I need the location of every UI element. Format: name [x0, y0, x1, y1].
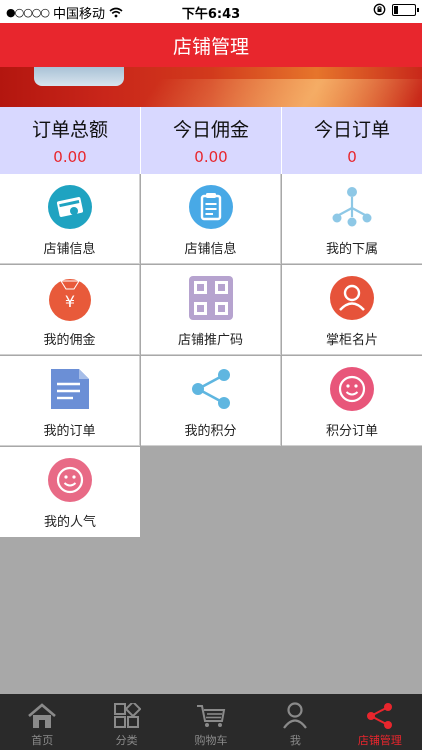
document-icon	[47, 366, 93, 412]
menu-item-label: 我的佣金	[43, 333, 96, 348]
stat-label: 今日佣金	[172, 119, 249, 141]
share-icon	[366, 703, 392, 729]
stat-value: 0	[347, 148, 357, 166]
share-icon	[188, 366, 234, 412]
tab-label: 店铺管理	[357, 734, 402, 747]
menu-item-subordinates[interactable]: 我的下属	[282, 174, 422, 264]
svg-text:¥: ¥	[64, 292, 74, 311]
title-bar: 店铺管理	[0, 23, 422, 67]
status-bar: ●○○○○ 中国移动 下午6:43	[0, 0, 422, 23]
smile-badge-icon	[329, 366, 375, 412]
menu-item-shop-info[interactable]: 店铺信息	[0, 174, 140, 264]
smile-badge-icon	[47, 457, 93, 503]
tab-label: 分类	[115, 734, 138, 747]
stats-panel: 订单总额 0.00 今日佣金 0.00 今日订单 0	[0, 107, 422, 174]
menu-item-label: 我的积分	[184, 424, 237, 439]
menu-item-points-orders[interactable]: 积分订单	[282, 356, 422, 446]
menu-item-label: 积分订单	[325, 424, 378, 439]
user-card-icon	[329, 275, 375, 321]
menu-item-owner-card[interactable]: 掌柜名片	[282, 265, 422, 355]
banner-light-graphic	[140, 79, 422, 107]
money-bag-icon: ¥	[47, 275, 93, 321]
clipboard-icon	[188, 184, 234, 230]
tab-me[interactable]: 我	[253, 694, 337, 750]
category-icon	[113, 703, 141, 728]
menu-item-my-popularity[interactable]: 我的人气	[0, 447, 140, 537]
stat-today-commission: 今日佣金 0.00	[141, 107, 282, 174]
menu-item-label: 我的订单	[43, 424, 96, 439]
clock: 下午6:43	[181, 7, 241, 22]
stat-label: 订单总额	[31, 119, 108, 141]
home-icon	[28, 703, 57, 728]
tab-shop-management[interactable]: 店铺管理	[338, 694, 422, 750]
person-icon	[283, 702, 308, 729]
menu-item-label: 店铺信息	[43, 242, 96, 257]
menu-item-shop-info-2[interactable]: 店铺信息	[141, 174, 281, 264]
cart-icon	[197, 705, 226, 727]
menu-item-my-points[interactable]: 我的积分	[141, 356, 281, 446]
money-card-icon	[47, 184, 93, 230]
menu-item-label: 我的下属	[325, 242, 378, 257]
hierarchy-icon	[329, 184, 375, 230]
page-title: 店铺管理	[172, 35, 249, 58]
rotation-lock-icon	[373, 3, 386, 16]
stat-order-total: 订单总额 0.00	[0, 107, 141, 174]
menu-item-label: 店铺信息	[184, 242, 237, 257]
menu-item-label: 店铺推广码	[177, 333, 243, 348]
banner-card-graphic	[34, 67, 124, 86]
menu-item-shop-qr[interactable]: 店铺推广码	[141, 265, 281, 355]
qr-code-icon	[188, 275, 234, 321]
tab-label: 首页	[31, 734, 54, 747]
menu-item-label: 掌柜名片	[325, 333, 378, 348]
tab-home[interactable]: 首页	[0, 694, 84, 750]
stat-today-orders: 今日订单 0	[282, 107, 422, 174]
stat-value: 0.00	[194, 148, 228, 166]
banner-image[interactable]	[0, 67, 422, 107]
stat-label: 今日订单	[313, 119, 390, 141]
tab-label: 我	[289, 734, 301, 747]
bottom-tab-bar: 首页 分类 购物车 我 店铺管理	[0, 694, 422, 750]
tab-category[interactable]: 分类	[84, 694, 168, 750]
tab-cart[interactable]: 购物车	[169, 694, 253, 750]
tab-label: 购物车	[194, 734, 228, 747]
menu-item-my-orders[interactable]: 我的订单	[0, 356, 140, 446]
menu-item-label: 我的人气	[43, 515, 96, 530]
stat-value: 0.00	[53, 148, 87, 166]
battery-icon	[392, 3, 419, 16]
menu-item-my-commission[interactable]: ¥ 我的佣金	[0, 265, 140, 355]
